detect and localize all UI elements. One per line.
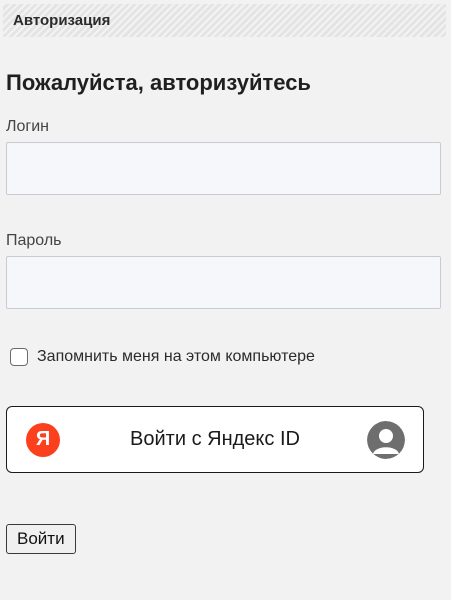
section-header-title: Авторизация <box>13 12 111 29</box>
page-title: Пожалуйста, авторизуйтесь <box>6 70 311 95</box>
password-label: Пароль <box>6 232 62 249</box>
login-submit-button[interactable]: Войти <box>6 524 76 554</box>
password-input[interactable] <box>6 256 441 309</box>
login-input[interactable] <box>6 142 441 195</box>
remember-me-row[interactable]: Запомнить меня на этом компьютере <box>10 348 315 366</box>
remember-me-checkbox[interactable] <box>10 348 28 366</box>
login-label: Логин <box>6 118 50 135</box>
user-avatar-icon <box>367 420 405 459</box>
yandex-id-login-button[interactable]: Я Войти с Яндекс ID <box>6 406 424 473</box>
remember-me-label[interactable]: Запомнить меня на этом компьютере <box>37 348 315 366</box>
section-header: Авторизация <box>3 4 446 37</box>
yandex-id-login-label: Войти с Яндекс ID <box>130 428 300 450</box>
yandex-logo-icon: Я <box>26 422 60 457</box>
